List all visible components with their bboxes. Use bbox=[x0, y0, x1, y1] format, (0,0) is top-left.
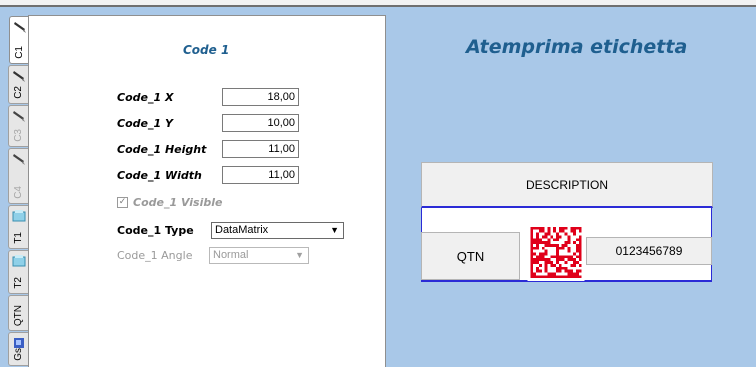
tab-t2[interactable]: T2 bbox=[8, 250, 28, 294]
code1-visible-checkbox[interactable]: ✓ Code_1 Visible bbox=[117, 196, 222, 209]
code1-x-input[interactable]: 18,00 bbox=[222, 88, 299, 106]
code1-y-input[interactable]: 10,00 bbox=[222, 114, 299, 132]
checkmark-icon: ✓ bbox=[117, 197, 128, 208]
tab-gs[interactable]: Gs bbox=[8, 332, 28, 366]
tab-label: C4 bbox=[13, 186, 24, 199]
datamatrix-barcode[interactable] bbox=[526, 224, 586, 281]
code1-type-select[interactable]: DataMatrix ▼ bbox=[211, 222, 344, 239]
code1-width-input[interactable]: 11,00 bbox=[222, 166, 299, 184]
code-text-field[interactable]: 0123456789 bbox=[586, 237, 712, 265]
description-field[interactable]: DESCRIPTION bbox=[421, 162, 713, 208]
window-top-bar bbox=[0, 0, 756, 7]
code1-width-label: Code_1 Width bbox=[117, 169, 202, 182]
text-block-icon bbox=[12, 210, 26, 222]
code1-angle-value: Normal bbox=[213, 249, 249, 261]
barcode-pen-icon bbox=[14, 22, 26, 33]
text-block-icon bbox=[12, 255, 26, 267]
qtn-field[interactable]: QTN bbox=[421, 232, 520, 280]
tab-label: C3 bbox=[13, 129, 24, 142]
description-text: DESCRIPTION bbox=[525, 177, 608, 192]
qtn-text: QTN bbox=[456, 248, 485, 264]
properties-panel: Code 1 Code_1 X 18,00 Code_1 Y 10,00 Cod… bbox=[28, 15, 386, 367]
dropdown-arrow-icon: ▼ bbox=[330, 225, 339, 235]
code1-x-label: Code_1 X bbox=[117, 91, 174, 104]
barcode-pen-icon bbox=[13, 111, 25, 122]
panel-title: Code 1 bbox=[183, 43, 230, 57]
code1-height-label: Code_1 Height bbox=[117, 143, 207, 156]
code1-angle-label: Code_1 Angle bbox=[117, 249, 193, 262]
preview-title: Atemprima etichetta bbox=[466, 36, 688, 58]
code1-height-input[interactable]: 11,00 bbox=[222, 140, 299, 158]
code1-visible-label: Code_1 Visible bbox=[133, 196, 223, 209]
tab-label: QTN bbox=[13, 304, 24, 326]
dropdown-arrow-icon: ▼ bbox=[295, 250, 304, 260]
tab-label: T2 bbox=[13, 277, 24, 289]
tab-c3[interactable]: C3 bbox=[8, 105, 28, 147]
code-text: 0123456789 bbox=[615, 244, 683, 258]
tab-label: Gs bbox=[13, 348, 24, 361]
tab-label: T1 bbox=[13, 232, 24, 244]
tab-t1[interactable]: T1 bbox=[8, 205, 28, 249]
tab-c4[interactable]: C4 bbox=[8, 148, 28, 204]
barcode-pen-icon bbox=[13, 154, 25, 165]
code1-angle-select[interactable]: Normal ▼ bbox=[209, 247, 309, 264]
barcode-pen-icon bbox=[13, 71, 25, 82]
tab-c2[interactable]: C2 bbox=[8, 65, 28, 104]
code1-type-label: Code_1 Type bbox=[117, 224, 194, 237]
code1-type-value: DataMatrix bbox=[215, 224, 269, 236]
code1-y-label: Code_1 Y bbox=[117, 117, 173, 130]
tab-qtn[interactable]: QTN bbox=[8, 295, 28, 331]
vertical-tab-strip: C1 C2 C3 C4 T1 T2 QTN Gs bbox=[8, 16, 29, 366]
tab-label: C1 bbox=[14, 46, 25, 59]
tab-c1[interactable]: C1 bbox=[9, 16, 29, 64]
tab-label: C2 bbox=[13, 86, 24, 99]
